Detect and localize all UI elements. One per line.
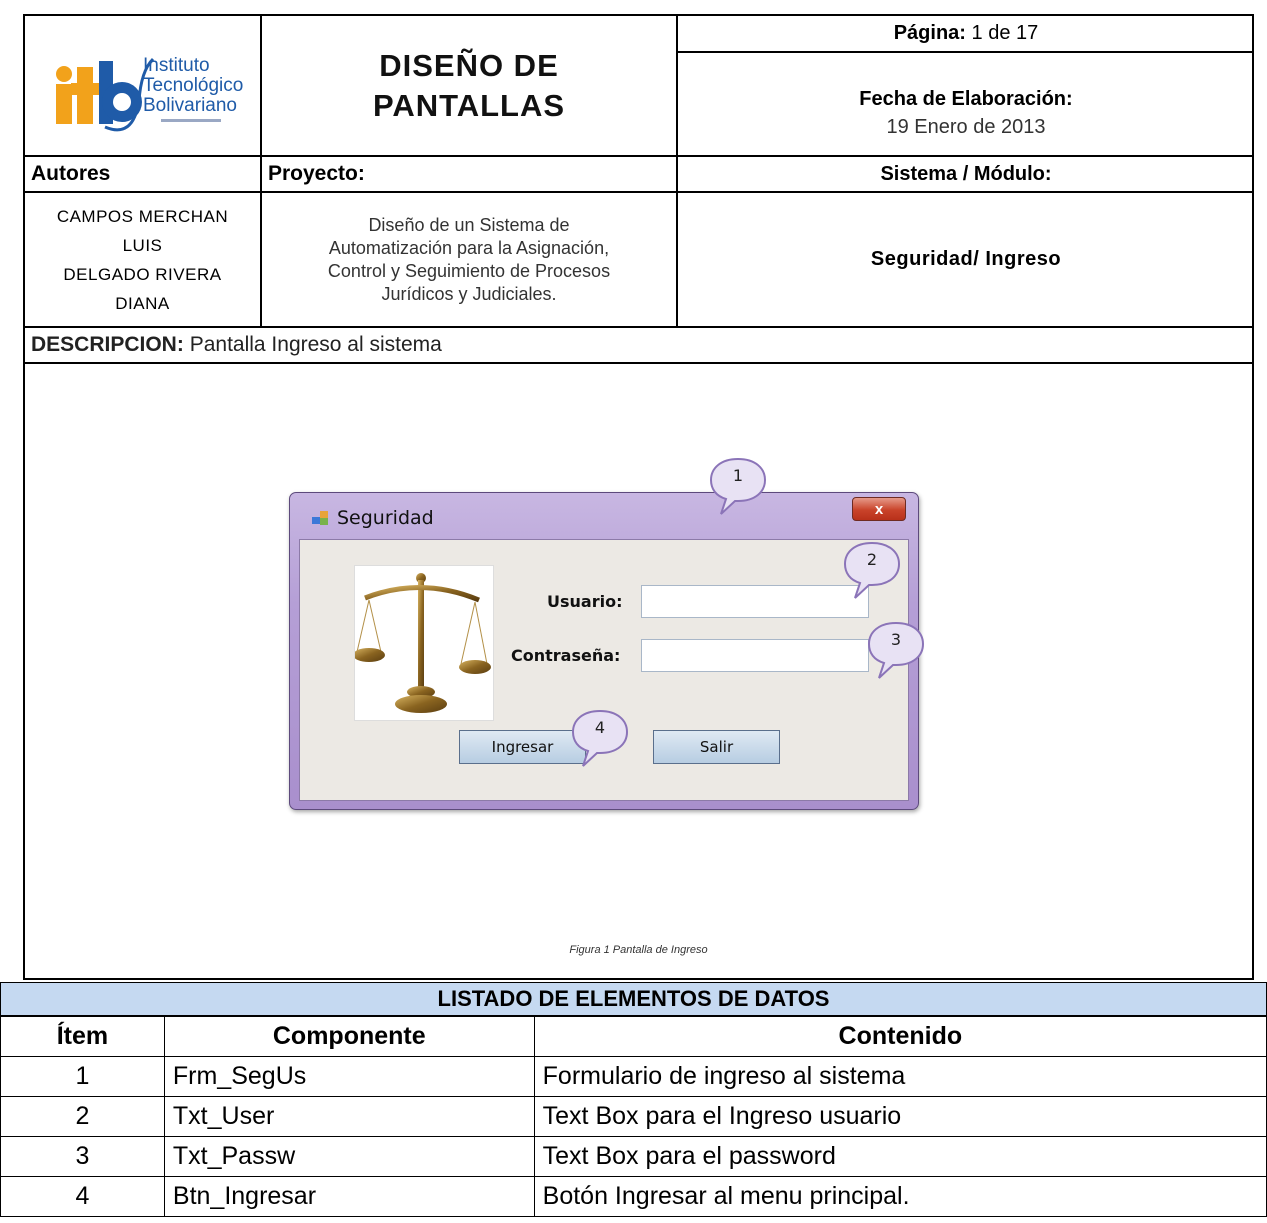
row-contenido: Formulario de ingreso al sistema bbox=[533, 1056, 1267, 1097]
row-contenido: Text Box para el Ingreso usuario bbox=[533, 1096, 1267, 1137]
document-title: DISEÑO DE PANTALLAS bbox=[262, 16, 678, 157]
scales-of-justice-icon bbox=[353, 565, 494, 721]
row-item: 2 bbox=[0, 1096, 165, 1137]
column-header-contenido: Contenido bbox=[533, 1016, 1267, 1057]
sistema-label: Sistema / Módulo: bbox=[678, 157, 1254, 193]
date-cell: Fecha de Elaboración: 19 Enero de 2013 bbox=[678, 53, 1254, 157]
description-label: DESCRIPCION: bbox=[31, 333, 184, 356]
logo-text-line-3: Bolivariano bbox=[143, 95, 237, 116]
usuario-textbox[interactable] bbox=[641, 585, 869, 618]
row-componente: Txt_Passw bbox=[163, 1136, 535, 1177]
row-componente: Txt_User bbox=[163, 1096, 535, 1137]
proyecto-line-4: Jurídicos y Judiciales. bbox=[381, 283, 557, 304]
ingresar-button[interactable]: Ingresar bbox=[459, 730, 586, 764]
autor-line-2: LUIS bbox=[122, 235, 163, 255]
table-row: 1 Frm_SegUs Formulario de ingreso al sis… bbox=[0, 1056, 1267, 1097]
itb-logo-icon: Instituto Tecnológico Bolivariano bbox=[55, 55, 243, 131]
app-icon bbox=[312, 510, 329, 526]
callout-number-2: 2 bbox=[866, 550, 878, 569]
logo-cell: Instituto Tecnológico Bolivariano bbox=[25, 16, 262, 157]
salir-button[interactable]: Salir bbox=[653, 730, 780, 764]
data-elements-table: Ítem Componente Contenido 1 Frm_SegUs Fo… bbox=[0, 1016, 1267, 1217]
table-row: 3 Txt_Passw Text Box para el password bbox=[0, 1136, 1267, 1177]
autor-line-3: DELGADO RIVERA bbox=[63, 264, 222, 284]
contrasena-label: Contraseña: bbox=[511, 646, 621, 665]
autores-label: Autores bbox=[25, 157, 262, 193]
title-line-1: DISEÑO DE bbox=[379, 47, 559, 83]
callout-number-3: 3 bbox=[890, 630, 902, 649]
page-number: Página: 1 de 17 bbox=[678, 16, 1254, 53]
row-item: 4 bbox=[0, 1176, 165, 1217]
close-button[interactable]: x bbox=[852, 497, 906, 521]
row-contenido: Botón Ingresar al menu principal. bbox=[533, 1176, 1267, 1217]
proyecto-label: Proyecto: bbox=[262, 157, 678, 193]
figure-caption: Figura 1 Pantalla de Ingreso bbox=[569, 944, 708, 956]
page-label: Página: bbox=[893, 22, 966, 44]
description-value: Pantalla Ingreso al sistema bbox=[189, 333, 442, 356]
autores-value: CAMPOS MERCHAN LUIS DELGADO RIVERA DIANA bbox=[25, 193, 262, 328]
sistema-value: Seguridad/ Ingreso bbox=[678, 193, 1254, 328]
proyecto-line-2: Automatización para la Asignación, bbox=[328, 237, 610, 258]
logo-text-line-1: Instituto bbox=[143, 55, 210, 76]
date-value: 19 Enero de 2013 bbox=[886, 116, 1046, 138]
callout-bubble-3: 3 bbox=[865, 620, 927, 679]
window-title-bar: Seguridad bbox=[312, 507, 434, 529]
row-componente: Btn_Ingresar bbox=[163, 1176, 535, 1217]
row-item: 1 bbox=[0, 1056, 165, 1097]
date-label: Fecha de Elaboración: bbox=[859, 88, 1073, 110]
column-header-item: Ítem bbox=[0, 1016, 165, 1057]
callout-bubble-1: 1 bbox=[707, 456, 769, 515]
callout-bubble-4: 4 bbox=[569, 708, 631, 767]
callout-number-1: 1 bbox=[732, 466, 744, 485]
document-frame: Instituto Tecnológico Bolivariano DISEÑO… bbox=[23, 14, 1254, 980]
table-row: 4 Btn_Ingresar Botón Ingresar al menu pr… bbox=[0, 1176, 1267, 1217]
row-item: 3 bbox=[0, 1136, 165, 1177]
title-line-2: PANTALLAS bbox=[372, 87, 566, 123]
contrasena-textbox[interactable] bbox=[641, 639, 869, 672]
page-value: 1 de 17 bbox=[971, 22, 1039, 44]
proyecto-value: Diseño de un Sistema de Automatización p… bbox=[262, 193, 678, 328]
logo-text-line-2: Tecnológico bbox=[143, 75, 243, 96]
proyecto-line-3: Control y Seguimiento de Procesos bbox=[327, 260, 611, 281]
column-header-componente: Componente bbox=[163, 1016, 535, 1057]
table-header-row: Ítem Componente Contenido bbox=[0, 1016, 1267, 1057]
callout-bubble-2: 2 bbox=[841, 540, 903, 599]
autor-line-4: DIANA bbox=[115, 293, 170, 313]
callout-number-4: 4 bbox=[594, 718, 606, 737]
list-title: LISTADO DE ELEMENTOS DE DATOS bbox=[0, 982, 1267, 1016]
usuario-label: Usuario: bbox=[547, 592, 623, 611]
table-row: 2 Txt_User Text Box para el Ingreso usua… bbox=[0, 1096, 1267, 1137]
autor-line-1: CAMPOS MERCHAN bbox=[56, 206, 229, 226]
row-contenido: Text Box para el password bbox=[533, 1136, 1267, 1177]
proyecto-line-1: Diseño de un Sistema de bbox=[368, 214, 570, 235]
window-title: Seguridad bbox=[337, 507, 434, 529]
description-row: DESCRIPCION: Pantalla Ingreso al sistema bbox=[25, 328, 1254, 364]
row-componente: Frm_SegUs bbox=[163, 1056, 535, 1097]
